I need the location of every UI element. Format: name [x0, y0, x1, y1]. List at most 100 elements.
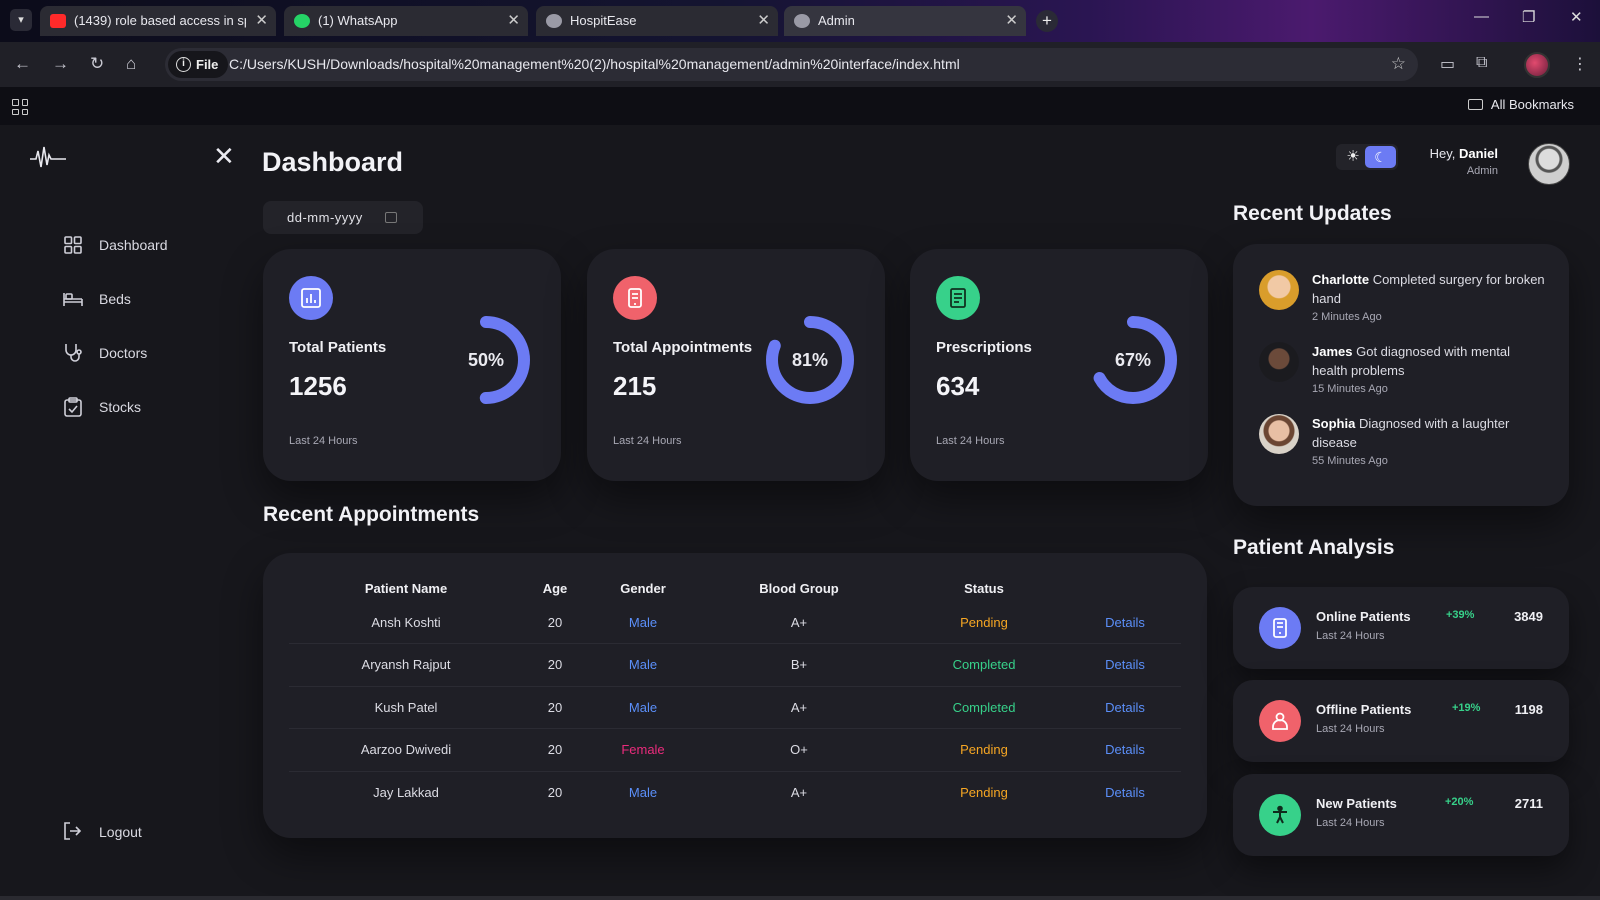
sidebar: ✕ Dashboard Beds Doctors Stocks Logout — [0, 125, 245, 900]
analysis-item-online: Online Patients Last 24 Hours +39% 3849 — [1233, 587, 1569, 669]
tab-title: HospitEase — [570, 13, 637, 28]
patient-gender: Male — [587, 601, 699, 644]
bed-icon — [62, 288, 84, 310]
browser-tab[interactable]: (1439) role based access in spri ✕ — [40, 6, 276, 36]
extensions-icon[interactable]: ⧉ — [1476, 54, 1487, 72]
close-sidebar-icon[interactable]: ✕ — [213, 143, 235, 169]
stat-card-total-appointments: Total Appointments 215 Last 24 Hours 81% — [587, 249, 885, 481]
appointments-table: Patient Name Age Gender Blood Group Stat… — [289, 575, 1181, 814]
bookmark-star-icon[interactable]: ☆ — [1391, 54, 1406, 74]
details-link[interactable]: Details — [1069, 686, 1181, 729]
details-link[interactable]: Details — [1069, 728, 1181, 772]
update-name: Sophia — [1312, 416, 1356, 431]
sidebar-item-label: Beds — [99, 291, 131, 307]
stat-percent: 81% — [791, 349, 829, 370]
stat-subtitle: Last 24 Hours — [613, 435, 682, 447]
patient-name: Aarzoo Dwivedi — [289, 728, 523, 772]
sidebar-item-doctors[interactable]: Doctors — [62, 341, 147, 365]
restore-icon[interactable]: ❐ — [1522, 8, 1535, 26]
stat-card-prescriptions: Prescriptions 634 Last 24 Hours 67% — [910, 249, 1208, 481]
horizontal-scrollbar[interactable] — [0, 896, 1600, 900]
stat-label: Total Appointments — [613, 339, 753, 356]
details-link[interactable]: Details — [1069, 643, 1181, 687]
apps-grid-icon[interactable] — [12, 99, 28, 115]
sidebar-item-beds[interactable]: Beds — [62, 287, 131, 311]
home-icon[interactable]: ⌂ — [126, 54, 136, 74]
patient-name: Kush Patel — [289, 686, 523, 729]
sun-icon[interactable]: ☀ — [1344, 148, 1362, 166]
column-header: Age — [542, 580, 568, 596]
tab-close-icon[interactable]: ✕ — [255, 6, 268, 36]
patient-gender: Male — [587, 686, 699, 729]
patient-age: 20 — [523, 601, 587, 644]
user-role: Admin — [1466, 165, 1498, 177]
cast-icon[interactable]: ▭ — [1440, 54, 1455, 74]
update-time: 2 Minutes Ago — [1312, 311, 1382, 323]
close-window-icon[interactable]: ✕ — [1570, 8, 1583, 26]
user-name: Daniel — [1458, 146, 1498, 161]
analysis-count: 2711 — [1514, 796, 1543, 811]
status-badge: Pending — [899, 728, 1069, 772]
browser-profile-avatar[interactable] — [1524, 52, 1550, 78]
menu-kebab-icon[interactable]: ⋮ — [1572, 54, 1588, 74]
updates-title: Recent Updates — [1233, 202, 1392, 225]
update-name: Charlotte — [1312, 272, 1370, 287]
patient-name: Jay Lakkad — [373, 785, 439, 800]
logout-button[interactable]: Logout — [62, 820, 142, 844]
globe-icon — [546, 14, 562, 28]
logout-icon — [62, 821, 84, 843]
all-bookmarks-button[interactable]: All Bookmarks — [1467, 97, 1574, 112]
patient-name: Aryansh Rajput — [289, 643, 523, 687]
avatar — [1259, 270, 1299, 310]
analysis-item-new: New Patients Last 24 Hours +20% 2711 — [1233, 774, 1569, 856]
browser-toolbar: ← → ↻ ⌂ i File C:/Users/KUSH/Downloads/h… — [0, 42, 1600, 87]
details-link[interactable]: Details — [1069, 771, 1181, 814]
table-row: Aryansh Rajput 20 Male B+ Completed Deta… — [289, 643, 1181, 687]
details-link[interactable]: Details — [1069, 601, 1181, 644]
avatar[interactable] — [1528, 143, 1570, 185]
date-input[interactable]: dd-mm-yyyy — [263, 201, 423, 234]
sidebar-item-stocks[interactable]: Stocks — [62, 395, 141, 419]
update-text: James Got diagnosed with mental health p… — [1312, 342, 1547, 380]
tab-close-icon[interactable]: ✕ — [757, 6, 770, 36]
back-icon[interactable]: ← — [14, 54, 31, 74]
new-tab-button[interactable]: + — [1036, 10, 1058, 32]
stat-subtitle: Last 24 Hours — [936, 435, 1005, 447]
browser-tab[interactable]: (1) WhatsApp ✕ — [284, 6, 528, 36]
avatar — [1259, 414, 1299, 454]
minimize-icon[interactable]: — — [1474, 8, 1489, 25]
patient-gender: Male — [587, 643, 699, 687]
blood-group: A+ — [699, 601, 899, 644]
user-greeting: Hey, Daniel Admin — [1430, 146, 1498, 177]
stat-value: 215 — [613, 371, 657, 401]
status-badge: Pending — [960, 785, 1008, 800]
forward-icon[interactable]: → — [52, 54, 69, 74]
table-row: Kush Patel 20 Male A+ Completed Details — [289, 686, 1181, 729]
theme-toggle[interactable]: ☀ ☾ — [1336, 144, 1398, 170]
file-chip-label: File — [196, 57, 219, 72]
stat-label: Prescriptions — [936, 339, 1032, 356]
reload-icon[interactable]: ↻ — [90, 54, 104, 74]
tab-close-icon[interactable]: ✕ — [1005, 6, 1018, 36]
analysis-subtitle: Last 24 Hours — [1316, 817, 1385, 829]
patient-gender: Female — [587, 728, 699, 772]
clipboard-icon — [62, 396, 84, 418]
column-header: Gender — [620, 580, 666, 596]
page-title: Dashboard — [262, 147, 404, 177]
sidebar-item-dashboard[interactable]: Dashboard — [62, 233, 168, 257]
grid-icon — [62, 234, 84, 256]
browser-tab[interactable]: HospitEase ✕ — [536, 6, 778, 36]
tab-search-button[interactable]: ▾ — [10, 9, 32, 31]
browser-tab-active[interactable]: Admin ✕ — [784, 6, 1026, 36]
moon-icon[interactable]: ☾ — [1365, 146, 1396, 168]
update-time: 55 Minutes Ago — [1312, 455, 1388, 467]
site-info-chip[interactable]: i File — [168, 51, 229, 78]
patient-age: 20 — [547, 785, 563, 800]
bookmarks-bar: All Bookmarks — [0, 87, 1600, 125]
address-bar[interactable]: i File C:/Users/KUSH/Downloads/hospital%… — [165, 48, 1418, 81]
patient-name: Ansh Koshti — [289, 601, 523, 644]
calendar-icon[interactable] — [385, 212, 397, 223]
analysis-item-offline: Offline Patients Last 24 Hours +19% 1198 — [1233, 680, 1569, 762]
url-text[interactable]: C:/Users/KUSH/Downloads/hospital%20manag… — [229, 48, 960, 81]
tab-close-icon[interactable]: ✕ — [507, 6, 520, 36]
